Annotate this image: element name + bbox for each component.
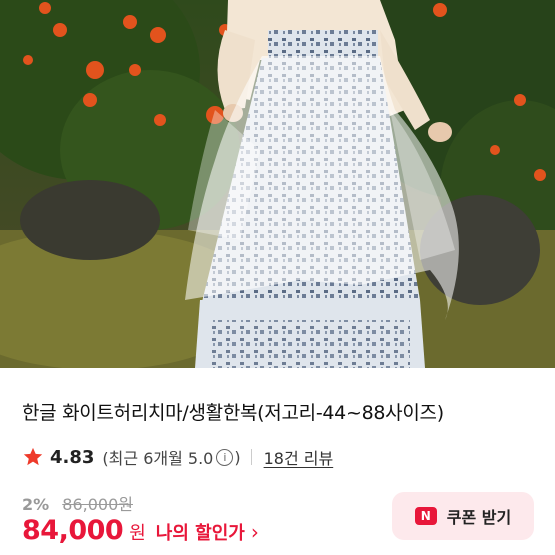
review-count-link[interactable]: 18건 리뷰 [264, 445, 334, 469]
info-icon[interactable]: i [216, 448, 234, 466]
divider [250, 449, 252, 465]
discount-row: 2% 86,000원 [22, 491, 133, 515]
product-image[interactable] [0, 0, 555, 368]
price-row[interactable]: 84,000 원 나의 할인가 › [22, 515, 259, 546]
product-info: 한글 화이트허리치마/생활한복(저고리-44~88사이즈) 4.83 (최근 6… [0, 368, 555, 555]
currency-label: 원 [129, 523, 146, 544]
discount-rate: 2% [22, 495, 50, 514]
current-price: 84,000 [22, 515, 124, 546]
rating-row: 4.83 (최근 6개월 5.0 i ) 18건 리뷰 [22, 445, 333, 469]
rating-score: 4.83 [50, 446, 95, 468]
my-discount-link[interactable]: 나의 할인가 [156, 519, 245, 545]
chevron-right-icon: › [250, 520, 259, 544]
coupon-button[interactable]: N 쿠폰 받기 [392, 492, 534, 540]
recent-rating-close: ) [234, 447, 241, 467]
original-price: 86,000원 [62, 495, 133, 514]
product-title: 한글 화이트허리치마/생활한복(저고리-44~88사이즈) [22, 402, 444, 424]
n-logo-icon: N [414, 507, 437, 525]
recent-rating: (최근 6개월 5.0 [102, 449, 214, 468]
star-icon [23, 447, 43, 466]
coupon-label: 쿠폰 받기 [446, 508, 512, 527]
product-photo [0, 0, 555, 368]
